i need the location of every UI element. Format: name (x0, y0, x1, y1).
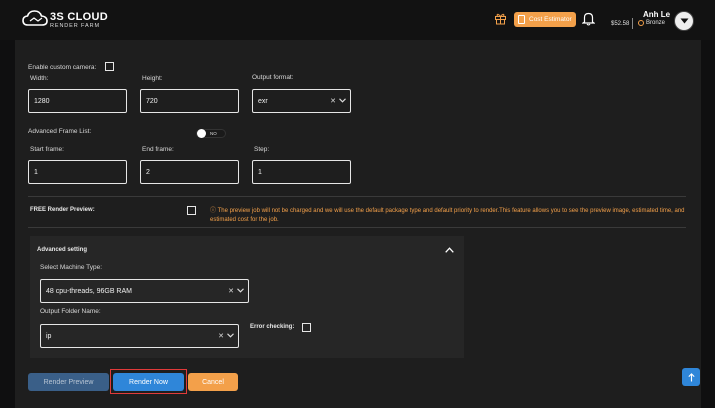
end-frame-value: 2 (146, 168, 150, 176)
error-checking-label: Error checking: (250, 324, 295, 330)
user-tier: Bronze (638, 20, 665, 26)
cost-estimator-label: Cost Estimator (529, 16, 572, 23)
toggle-state: NO (210, 131, 217, 136)
chevron-down-icon[interactable] (237, 288, 244, 293)
user-menu-button[interactable] (674, 11, 694, 31)
bell-icon[interactable] (582, 11, 595, 26)
width-label: Width: (30, 75, 49, 82)
cost-estimator-button[interactable]: Cost Estimator (514, 12, 576, 27)
clear-icon[interactable]: ✕ (218, 332, 224, 340)
render-preview-button[interactable]: Render Preview (28, 373, 109, 391)
toggle-knob (197, 129, 206, 138)
output-format-value: exr (258, 97, 268, 105)
step-label: Step: (254, 146, 270, 153)
output-format-label: Output format: (252, 74, 294, 81)
height-label: Height: (142, 75, 163, 82)
chevron-down-icon[interactable] (227, 333, 234, 338)
user-name: Anh Le (643, 10, 671, 19)
frame-list-toggle[interactable]: NO (196, 129, 226, 138)
medal-icon (638, 20, 644, 26)
start-frame-label: Start frame: (30, 146, 64, 153)
custom-camera-checkbox[interactable] (105, 62, 114, 71)
clear-icon[interactable]: ✕ (330, 97, 336, 105)
output-folder-select[interactable]: ip ✕ (40, 324, 239, 348)
render-now-button[interactable]: Render Now (113, 373, 184, 391)
output-folder-label: Output Folder Name: (40, 308, 101, 315)
section-divider (28, 196, 686, 197)
end-frame-label: End frame: (142, 146, 174, 153)
end-frame-input[interactable]: 2 (140, 160, 239, 184)
start-frame-value: 1 (34, 168, 38, 176)
free-preview-notice-text: The preview job will not be charged and … (210, 208, 685, 223)
caret-down-icon (680, 18, 688, 24)
info-icon: ⓘ (210, 208, 217, 214)
calculator-icon (518, 15, 525, 24)
free-preview-label: FREE Render Preview: (30, 207, 95, 213)
user-tier-label: Bronze (646, 20, 666, 26)
scroll-to-top-button[interactable] (682, 368, 700, 386)
account-balance: $52.58 (611, 21, 630, 27)
frame-list-label: Advanced Frame List: (28, 128, 92, 135)
chevron-up-icon[interactable] (445, 247, 454, 253)
height-value: 720 (146, 97, 158, 105)
section-divider (28, 227, 686, 228)
width-input[interactable]: 1280 (28, 89, 127, 113)
machine-type-value: 48 cpu-threads, 96GB RAM (46, 287, 132, 295)
output-format-select[interactable]: exr ✕ (252, 89, 351, 113)
output-folder-value: ip (46, 332, 52, 340)
arrow-up-icon (687, 372, 695, 381)
machine-type-label: Select Machine Type: (40, 264, 103, 271)
clear-icon[interactable]: ✕ (228, 287, 234, 295)
advanced-setting-section: Advanced setting Select Machine Type: 48… (30, 236, 464, 358)
free-preview-checkbox[interactable] (187, 206, 196, 215)
start-frame-input[interactable]: 1 (28, 160, 127, 184)
gift-icon[interactable] (494, 12, 507, 25)
machine-type-select[interactable]: 48 cpu-threads, 96GB RAM ✕ (40, 279, 249, 303)
cancel-button[interactable]: Cancel (188, 373, 238, 391)
error-checking-checkbox[interactable] (302, 323, 311, 332)
chevron-down-icon[interactable] (339, 98, 346, 103)
free-preview-notice: ⓘ The preview job will not be charged an… (210, 207, 685, 225)
logo-title: 3S CLOUD (50, 11, 109, 23)
header-divider (632, 18, 633, 29)
logo-subtitle: RENDER FARM (50, 23, 100, 29)
custom-camera-label: Enable custom camera: (28, 64, 97, 71)
cloud-icon (22, 10, 48, 26)
step-input[interactable]: 1 (252, 160, 351, 184)
advanced-setting-title: Advanced setting (37, 247, 88, 253)
height-input[interactable]: 720 (140, 89, 239, 113)
top-bar: 3S CLOUD RENDER FARM Cost Estimator $52.… (0, 0, 715, 40)
width-value: 1280 (34, 97, 50, 105)
logo[interactable]: 3S CLOUD RENDER FARM (22, 9, 122, 33)
step-value: 1 (258, 168, 262, 176)
